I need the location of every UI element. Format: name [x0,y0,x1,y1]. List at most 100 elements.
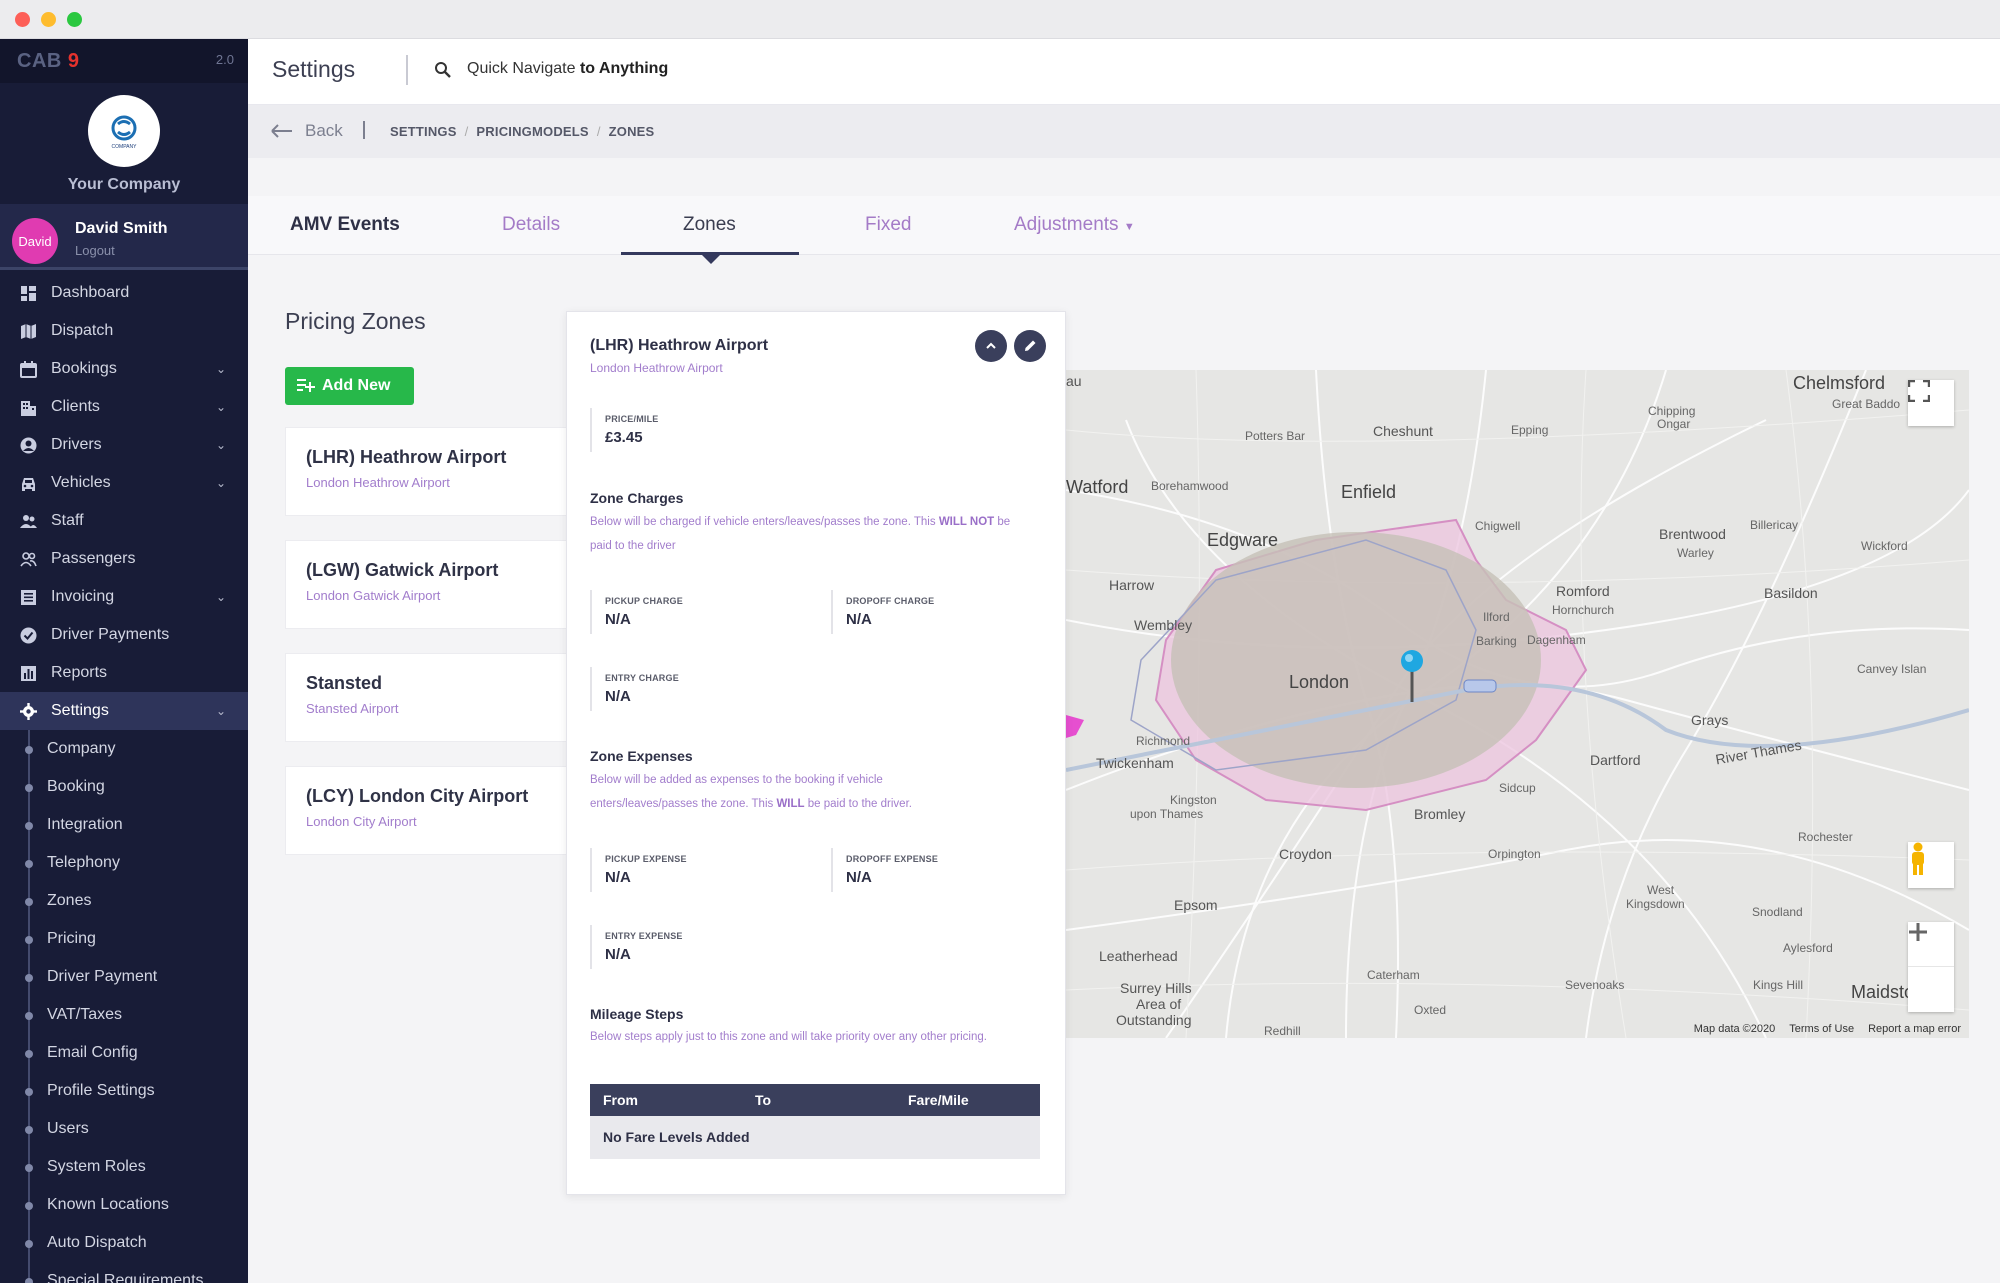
header-divider [406,55,408,85]
subnav-item-profile-settings[interactable]: Profile Settings [0,1072,248,1110]
zone-card[interactable]: (LGW) Gatwick Airport London Gatwick Air… [285,540,585,629]
map-label: Enfield [1341,482,1397,502]
report-map-error-link[interactable]: Report a map error [1868,1023,1961,1035]
map-label: Richmond [1136,734,1191,748]
add-new-button[interactable]: Add New [285,367,414,405]
subnav-item-pricing[interactable]: Pricing [0,920,248,958]
calendar-icon [20,361,37,378]
subnav-item-company[interactable]: Company [0,730,248,768]
field-value: N/A [846,611,872,628]
map-label: Watford [1066,477,1129,497]
sidebar-item-label: Reports [51,664,108,681]
subnav-item-label: Company [47,740,116,757]
description-text: Below will be charged if vehicle enters/… [590,516,939,528]
subnav-item-auto-dispatch[interactable]: Auto Dispatch [0,1224,248,1262]
breadcrumb-zones[interactable]: ZONES [609,124,655,139]
field-label: PICKUP EXPENSE [605,854,687,864]
map-label: Leatherhead [1099,948,1178,964]
bullet-icon [25,1126,33,1134]
zone-card[interactable]: Stansted Stansted Airport [285,653,585,742]
section-title: Pricing Zones [285,308,426,334]
app-logo[interactable]: CAB 9 [17,50,80,73]
passengers-icon [20,552,37,567]
map-label: Redhill [1264,1024,1301,1038]
sidebar-item-clients[interactable]: Clients ⌄ [0,388,248,426]
subnav-item-known-locations[interactable]: Known Locations [0,1186,248,1224]
collapse-button[interactable] [975,330,1007,362]
sidebar-item-label: Dispatch [51,322,114,339]
arrow-left-icon[interactable] [270,122,294,140]
zone-card[interactable]: (LCY) London City Airport London City Ai… [285,766,585,855]
zoom-out-button[interactable] [1908,930,1954,1012]
zone-card[interactable]: (LHR) Heathrow Airport London Heathrow A… [285,427,585,516]
sidebar-item-driver-payments[interactable]: Driver Payments [0,616,248,654]
logout-link[interactable]: Logout [75,243,115,258]
map-label: West [1647,883,1675,897]
sidebar-item-bookings[interactable]: Bookings ⌄ [0,350,248,388]
close-window-button[interactable] [15,12,30,27]
subnav-item-label: Zones [47,892,92,909]
active-tab-caret [702,255,720,264]
subnav-item-vat-taxes[interactable]: VAT/Taxes [0,996,248,1034]
map-label: Great Baddo [1832,397,1901,411]
subnav-item-telephony[interactable]: Telephony [0,844,248,882]
sidebar-item-passengers[interactable]: Passengers [0,540,248,578]
avatar[interactable]: David [12,218,58,264]
sidebar-item-vehicles[interactable]: Vehicles ⌄ [0,464,248,502]
sidebar-item-dispatch[interactable]: Dispatch [0,312,248,350]
subnav-item-booking[interactable]: Booking [0,768,248,806]
subnav-item-label: VAT/Taxes [47,1006,122,1023]
field-label: DROPOFF CHARGE [846,596,935,606]
breadcrumb-pricingmodels[interactable]: PRICINGMODELS [476,124,588,139]
zone-name: (LCY) London City Airport [306,786,529,806]
tab-adjustments[interactable]: Adjustments ▼ [1014,214,1135,236]
sidebar-item-label: Clients [51,398,100,415]
map-label: Dartford [1590,752,1641,768]
quick-navigate-input[interactable]: Quick Navigate to Anything [467,60,668,78]
brand-text: CAB [17,50,62,72]
sidebar-item-reports[interactable]: Reports [0,654,248,692]
subnav-item-label: Telephony [47,854,120,871]
tab-details[interactable]: Details [502,214,560,236]
maximize-window-button[interactable] [67,12,82,27]
subnav-item-users[interactable]: Users [0,1110,248,1148]
minimize-window-button[interactable] [41,12,56,27]
description-text: be paid to the driver. [804,798,912,810]
sidebar-item-drivers[interactable]: Drivers ⌄ [0,426,248,464]
street-view-pegman[interactable] [1908,842,1954,888]
tab-zones[interactable]: Zones [683,214,736,236]
breadcrumb-settings[interactable]: SETTINGS [390,124,457,139]
window-titlebar [0,0,2000,39]
subnav-item-driver-payment[interactable]: Driver Payment [0,958,248,996]
subnav-item-integration[interactable]: Integration [0,806,248,844]
sidebar-item-label: Invoicing [51,588,115,605]
subnav-item-special-requirements[interactable]: Special Requirements [0,1262,248,1283]
subnav-item-email-config[interactable]: Email Config [0,1034,248,1072]
subnav-item-system-roles[interactable]: System Roles [0,1148,248,1186]
map-label: Ongar [1657,417,1691,431]
sidebar-item-staff[interactable]: Staff [0,502,248,540]
edit-button[interactable] [1014,330,1046,362]
subnav-item-zones[interactable]: Zones [0,882,248,920]
sidebar-item-dashboard[interactable]: Dashboard [0,274,248,312]
zone-subtitle: London Heathrow Airport [306,475,450,490]
sidebar-item-settings[interactable]: Settings ⌄ [0,692,248,730]
back-link[interactable]: Back [305,121,343,141]
car-icon [22,478,35,491]
chevron-down-icon: ⌄ [215,438,226,452]
fullscreen-button[interactable] [1908,380,1954,426]
search-icon[interactable] [434,61,452,79]
table-header: From To Fare/Mile [590,1084,1040,1116]
description-bold: WILL [776,798,805,810]
sidebar-item-label: Vehicles [51,474,111,491]
sidebar-item-invoicing[interactable]: Invoicing ⌄ [0,578,248,616]
zone-detail-panel: (LHR) Heathrow Airport London Heathrow A… [566,311,1066,1195]
dashboard-icon [21,286,36,301]
map-label: Chipping [1648,404,1696,418]
subnav-item-label: System Roles [47,1158,146,1175]
tab-fixed[interactable]: Fixed [865,214,911,236]
terms-of-use-link[interactable]: Terms of Use [1789,1023,1854,1035]
sidebar-nav: Dashboard Dispatch Bookings ⌄ Clients ⌄ … [0,274,248,730]
map-label: Barking [1476,634,1517,648]
map[interactable]: au Chelmsford Great Baddo Chipping Ongar… [1066,370,1969,1038]
